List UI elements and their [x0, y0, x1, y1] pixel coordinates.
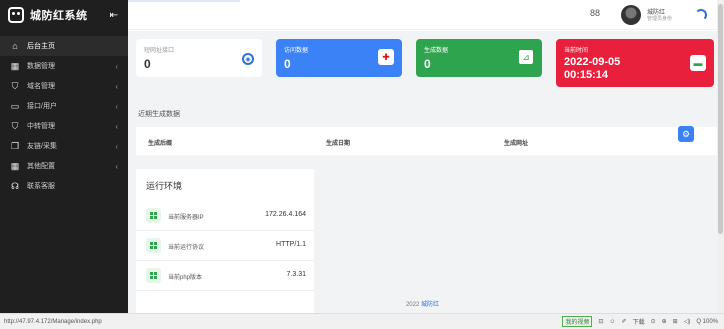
card-value: 0 [144, 57, 151, 71]
sidebar-item-label: 友链/采集 [27, 143, 57, 150]
chevron-left-icon: ‹ [115, 81, 118, 91]
download-button[interactable]: 下载 [633, 317, 645, 326]
env-key: 当前服务器IP [168, 215, 204, 221]
env-row: 当前服务器IP 172.26.4.164 [136, 201, 314, 231]
footer: 2022 城防红 [128, 299, 717, 308]
edit-icon[interactable]: ✐ [622, 318, 627, 325]
card-label: 短网址接口 [144, 48, 175, 54]
loading-spinner-icon [695, 9, 707, 21]
settings-gear-icon[interactable]: ⚙ [678, 126, 694, 142]
sidebar-item-api-users[interactable]: ▭ 接口/用户 ‹ [0, 96, 128, 116]
page-scrollbar[interactable] [717, 0, 724, 313]
sidebar: 城防红系统 ⇤ ⌂ 后台主页 ▦ 数据管理 ‹ ⛉ 域名管理 ‹ ▭ 接口/用户… [0, 0, 128, 313]
emoji-icon[interactable]: ☺ [609, 319, 615, 325]
chevron-left-icon: ‹ [115, 141, 118, 151]
status-url: http://47.97.4.172/Manage/index.php [4, 318, 102, 325]
column-header[interactable]: 生成网址 [504, 138, 528, 147]
grid-icon [146, 268, 161, 283]
wallet-icon: ▬ [690, 55, 706, 71]
env-value: 172.26.4.164 [265, 211, 306, 218]
top-header: 88 城防红 管理员身份 [128, 0, 717, 30]
env-row: 当前运行协议 HTTP/1.1 [136, 231, 314, 261]
grid-icon: ▦ [10, 60, 20, 71]
current-clock: 00:15:14 [564, 69, 609, 81]
brand-name: 城防红系统 [30, 10, 88, 22]
env-key: 当前php版本 [168, 275, 203, 281]
environment-card: 运行环境 当前服务器IP 172.26.4.164 当前运行协议 HTTP/1.… [136, 169, 314, 313]
environment-title: 运行环境 [146, 181, 183, 191]
recent-data-table: 生成后缀 生成日期 生成网址 [136, 127, 717, 155]
grid-icon: ▦ [10, 160, 20, 171]
headset-icon: ☊ [11, 180, 19, 191]
sidebar-item-label: 联系客服 [27, 183, 55, 190]
status-tools: 我的视频 ⊡ ☺ ✐ 下载 ⊙ ⊕ ⊞ ◁) Q 100% [562, 316, 724, 327]
stat-card-generated: 生成数据 0 ⊿ [416, 39, 542, 77]
chrome-icon: ◉ [242, 53, 254, 65]
stat-card-visits: 访问数据 0 ✚ [276, 39, 402, 77]
stat-card-time: 当前时间 2022-09-05 00:15:14 ▬ [556, 39, 714, 87]
env-row: 当前php版本 7.3.31 [136, 261, 314, 291]
brand: 城防红系统 ⇤ [0, 0, 128, 30]
env-key: 当前运行协议 [168, 245, 205, 251]
sidebar-item-links[interactable]: ❐ 友链/采集 ‹ [0, 136, 128, 156]
logo-icon [8, 7, 24, 23]
avatar[interactable] [621, 5, 641, 25]
monitor-icon: ▭ [10, 100, 20, 111]
binoculars-icon: ✚ [378, 49, 394, 65]
collapse-sidebar-icon[interactable]: ⇤ [110, 10, 118, 21]
speaker-icon[interactable]: ◁) [684, 318, 691, 325]
chart-icon: ⊿ [518, 49, 534, 65]
chevron-left-icon: ‹ [115, 161, 118, 171]
stat-card-short-url: 短网址接口 0 ◉ [136, 39, 262, 77]
footer-link[interactable]: 城防红 [421, 302, 439, 308]
browser-icon[interactable]: ⊕ [662, 318, 667, 325]
sidebar-item-label: 接口/用户 [27, 103, 57, 110]
sidebar-item-config[interactable]: ▦ 其他配置 ‹ [0, 156, 128, 176]
column-header[interactable]: 生成后缀 [148, 138, 172, 147]
screenshot-icon[interactable]: ⊡ [598, 318, 603, 325]
zoom-level[interactable]: Q 100% [696, 319, 718, 325]
cart-icon: ⛉ [11, 80, 19, 91]
main-content: 短网址接口 0 ◉ 访问数据 0 ✚ 生成数据 0 ⊿ 当前时间 2022-09… [128, 31, 717, 313]
chevron-left-icon: ‹ [115, 61, 118, 71]
my-video-button[interactable]: 我的视频 [562, 316, 593, 327]
sidebar-item-label: 后台主页 [27, 43, 55, 50]
home-icon: ⌂ [12, 41, 18, 51]
scrollbar-thumb[interactable] [718, 4, 723, 234]
sidebar-item-home[interactable]: ⌂ 后台主页 [0, 36, 128, 56]
card-label: 当前时间 [564, 48, 589, 54]
browser-status-bar: http://47.97.4.172/Manage/index.php 我的视频… [0, 313, 724, 329]
grid-icon [146, 238, 161, 253]
env-value: 7.3.31 [286, 271, 306, 278]
column-header[interactable]: 生成日期 [326, 138, 350, 147]
sidebar-item-label: 数据管理 [27, 63, 55, 70]
sidebar-item-label: 其他配置 [27, 163, 55, 170]
cart-icon: ⛉ [11, 120, 19, 131]
copy-icon: ❐ [10, 140, 20, 151]
sidebar-item-support[interactable]: ☊ 联系客服 [0, 176, 128, 196]
recent-data-title: 近期生成数据 [138, 111, 180, 118]
sidebar-item-relay[interactable]: ⛉ 中转管理 ‹ [0, 116, 128, 136]
grid-icon [146, 208, 161, 223]
apps-grid-icon[interactable]: 88 [590, 8, 600, 18]
env-value: HTTP/1.1 [276, 241, 306, 248]
chevron-left-icon: ‹ [115, 101, 118, 111]
sidebar-item-domain[interactable]: ⛉ 域名管理 ‹ [0, 76, 128, 96]
clock-icon[interactable]: ⊙ [651, 318, 656, 325]
tab-indicator [128, 0, 240, 2]
chevron-left-icon: ‹ [115, 121, 118, 131]
sidebar-item-label: 域名管理 [27, 83, 55, 90]
window-icon[interactable]: ⊞ [673, 318, 678, 325]
footer-year: 2022 [405, 302, 420, 308]
sidebar-nav: ⌂ 后台主页 ▦ 数据管理 ‹ ⛉ 域名管理 ‹ ▭ 接口/用户 ‹ ⛉ 中转管… [0, 36, 128, 196]
current-date: 2022-09-05 [564, 56, 621, 68]
user-role: 管理员身份 [647, 16, 673, 22]
sidebar-item-label: 中转管理 [27, 123, 55, 130]
sidebar-item-data[interactable]: ▦ 数据管理 ‹ [0, 56, 128, 76]
